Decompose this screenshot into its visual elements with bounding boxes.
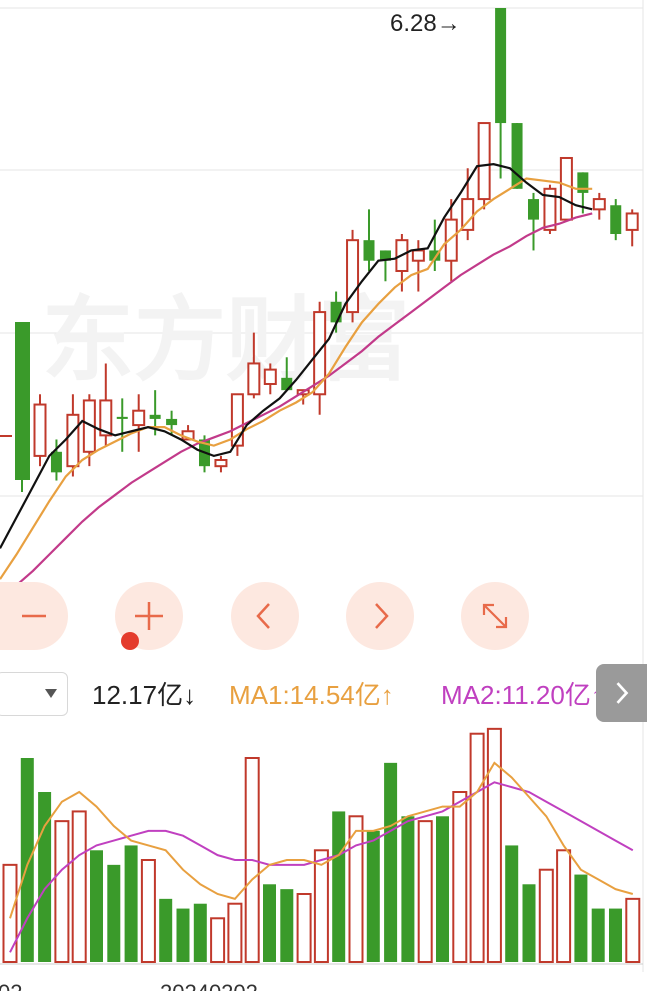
volume-bar <box>296 893 312 963</box>
volume-bar <box>20 758 34 962</box>
candle-body <box>33 403 47 457</box>
volume-bar <box>210 917 226 964</box>
volume-bar <box>107 864 121 962</box>
chevron-right-icon <box>616 682 628 704</box>
left-partial-candle-green <box>15 322 30 480</box>
candle-body <box>411 249 425 262</box>
volume-bar <box>522 884 536 962</box>
candle-body <box>495 8 507 124</box>
dropdown-caret-icon <box>45 689 57 698</box>
volume-bar <box>384 762 398 962</box>
volume-ma1-text: MA1:14.54亿↑ <box>229 680 394 710</box>
previous-button[interactable] <box>231 582 299 650</box>
candlestick-chart-svg[interactable]: 东方财富 6.28→ <box>0 0 647 665</box>
volume-bar <box>401 816 415 962</box>
volume-bar <box>505 845 519 962</box>
date-label: 02 <box>0 980 22 991</box>
volume-bar <box>417 820 433 964</box>
volume-bar <box>71 810 87 963</box>
candle-body <box>625 212 639 231</box>
volume-bar <box>591 908 605 962</box>
indicator-select[interactable] <box>0 672 68 716</box>
candle-body <box>149 414 161 419</box>
next-button[interactable] <box>346 582 414 650</box>
candle-body <box>50 451 62 473</box>
volume-bar <box>263 884 276 962</box>
zoom-out-button[interactable] <box>0 582 68 650</box>
max-price-annotation: 6.28→ <box>390 10 461 37</box>
candle-body <box>363 240 375 261</box>
minus-icon <box>22 614 46 618</box>
candle-body <box>166 418 178 426</box>
volume-bar <box>54 820 70 964</box>
candle-body <box>247 362 261 396</box>
candle-body <box>330 301 342 323</box>
volume-bar <box>313 849 329 964</box>
candle-body <box>132 409 146 427</box>
volume-bar <box>193 903 207 962</box>
volume-bar <box>625 897 641 964</box>
candle-body <box>214 459 228 468</box>
volume-bar <box>90 850 103 962</box>
volume-bar <box>280 889 294 962</box>
volume-bar <box>538 868 554 963</box>
date-label: 20240202 <box>160 980 258 991</box>
candles-group <box>33 8 639 481</box>
volume-bar <box>159 898 173 962</box>
candle-body <box>592 198 606 211</box>
volume-bar <box>436 816 449 962</box>
volume-bar <box>140 859 156 963</box>
plus-icon <box>135 602 163 630</box>
candle-body <box>528 199 539 220</box>
candle-body <box>610 205 622 235</box>
candle-body <box>477 122 491 201</box>
volume-chart-svg[interactable] <box>0 722 647 972</box>
volume-bar <box>609 908 622 962</box>
candle-body <box>346 239 360 314</box>
volume-bar <box>574 874 588 962</box>
indicator-dot <box>121 632 139 650</box>
volume-bar <box>332 811 346 962</box>
volume-ma2-text: MA2:11.20亿↑ <box>441 680 604 710</box>
candle-body <box>116 416 128 419</box>
next-indicator-button[interactable] <box>596 664 647 722</box>
candle-body <box>281 377 293 391</box>
volume-bar <box>38 792 52 962</box>
date-axis: 02 20240202 <box>0 972 647 991</box>
fullscreen-button[interactable] <box>461 582 529 650</box>
chevron-right-icon <box>375 603 389 629</box>
volume-bar <box>2 863 18 964</box>
volume-bar <box>176 908 190 962</box>
candle-body <box>263 368 277 385</box>
volume-bar <box>452 791 468 963</box>
expand-icon <box>482 603 508 629</box>
chevron-left-icon <box>256 603 270 629</box>
current-volume-text: 12.17亿↓ <box>92 680 197 710</box>
candle-body <box>66 413 80 468</box>
volume-bar <box>469 732 485 964</box>
volume-bar <box>227 902 243 963</box>
volume-bar <box>556 849 572 964</box>
volume-bar <box>366 830 380 962</box>
volume-bar <box>124 845 138 962</box>
candle-body <box>559 156 573 221</box>
